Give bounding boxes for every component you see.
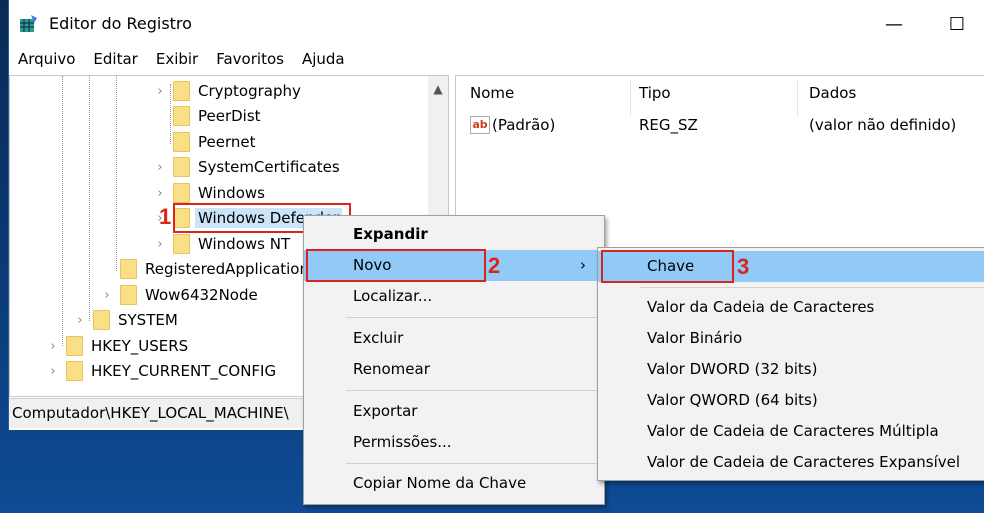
tree-node[interactable]: › SystemCertificates [153, 155, 340, 179]
chevron-right-icon[interactable]: › [153, 160, 167, 175]
tree-node[interactable]: PeerDist [153, 104, 261, 128]
tree-node[interactable]: › Cryptography [153, 79, 301, 103]
chevron-right-icon[interactable]: › [153, 237, 167, 252]
tree-node[interactable]: › Windows NT [153, 232, 290, 256]
tree-node[interactable]: › SYSTEM [73, 308, 178, 332]
menu-exibir[interactable]: Exibir [147, 46, 207, 74]
chevron-right-icon[interactable]: › [73, 313, 87, 328]
annotation-box-2 [306, 249, 486, 282]
annotation-1: 1 [159, 204, 172, 229]
minimize-button[interactable]: — [879, 10, 909, 38]
tree-node-label: SystemCertificates [198, 158, 340, 176]
folder-icon [66, 336, 83, 356]
maximize-button[interactable]: ☐ [942, 10, 972, 38]
folder-icon [173, 157, 190, 177]
submenu-item-multi-string[interactable]: Valor de Cadeia de Caracteres Múltipla [598, 416, 984, 447]
tree-node[interactable]: › HKEY_CURRENT_CONFIG [46, 359, 276, 383]
scroll-up-icon[interactable]: ▲ [428, 82, 448, 96]
folder-icon [66, 361, 83, 381]
chevron-right-icon[interactable]: › [46, 339, 60, 354]
column-header-tipo[interactable]: Tipo [639, 84, 671, 102]
folder-icon [173, 81, 190, 101]
folder-icon [173, 234, 190, 254]
tree-node-label: Cryptography [198, 82, 301, 100]
submenu-item-string[interactable]: Valor da Cadeia de Caracteres [598, 292, 984, 323]
folder-icon [173, 183, 190, 203]
tree-node[interactable]: › Wow6432Node [100, 283, 258, 307]
menu-item-renomear[interactable]: Renomear [304, 354, 604, 385]
chevron-right-icon: › [580, 256, 586, 274]
submenu-item-qword[interactable]: Valor QWORD (64 bits) [598, 385, 984, 416]
regedit-icon [20, 15, 37, 32]
annotation-box-3 [601, 250, 734, 283]
annotation-2: 2 [488, 253, 501, 278]
value-name[interactable]: (Padrão) [492, 116, 555, 134]
tree-node-label: SYSTEM [118, 311, 178, 329]
tree-node-label: Windows NT [198, 235, 291, 253]
folder-icon [120, 259, 137, 279]
column-header-nome[interactable]: Nome [470, 84, 514, 102]
submenu-item-expandable-string[interactable]: Valor de Cadeia de Caracteres Expansível [598, 447, 984, 478]
menu-item-expandir[interactable]: Expandir [304, 219, 604, 250]
tree-node-label: Wow6432Node [145, 286, 258, 304]
string-value-icon: ab [470, 116, 490, 134]
tree-node-label: HKEY_USERS [91, 337, 189, 355]
tree-node-label: HKEY_CURRENT_CONFIG [91, 362, 277, 380]
value-data: (valor não definido) [809, 116, 957, 134]
menu-item-localizar[interactable]: Localizar... [304, 281, 604, 312]
menu-item-excluir[interactable]: Excluir [304, 323, 604, 354]
menu-item-copiar-nome[interactable]: Copiar Nome da Chave [304, 468, 604, 499]
folder-icon [93, 310, 110, 330]
tree-node[interactable]: RegisteredApplications [100, 257, 317, 281]
tree-node-label: Peernet [198, 133, 256, 151]
chevron-right-icon[interactable]: › [153, 84, 167, 99]
chevron-right-icon[interactable]: › [46, 364, 60, 379]
menu-item-exportar[interactable]: Exportar [304, 396, 604, 427]
folder-icon [120, 285, 137, 305]
tree-node[interactable]: Peernet [153, 130, 256, 154]
folder-icon [173, 132, 190, 152]
menu-arquivo[interactable]: Arquivo [9, 46, 84, 74]
window-title: Editor do Registro [49, 14, 192, 33]
submenu-item-dword[interactable]: Valor DWORD (32 bits) [598, 354, 984, 385]
chevron-right-icon[interactable]: › [100, 288, 114, 303]
annotation-3: 3 [737, 254, 750, 279]
chevron-right-icon[interactable]: › [153, 186, 167, 201]
column-header-dados[interactable]: Dados [809, 84, 856, 102]
menu-favoritos[interactable]: Favoritos [207, 46, 293, 74]
tree-node[interactable]: › HKEY_USERS [46, 334, 188, 358]
submenu-item-binary[interactable]: Valor Binário [598, 323, 984, 354]
menu-bar: Arquivo Editar Exibir Favoritos Ajuda [9, 46, 984, 74]
value-type: REG_SZ [639, 116, 698, 134]
folder-icon [173, 106, 190, 126]
tree-node[interactable]: › Windows [153, 181, 265, 205]
menu-ajuda[interactable]: Ajuda [293, 46, 354, 74]
tree-node-label: RegisteredApplications [145, 260, 317, 278]
tree-node-label: PeerDist [198, 107, 261, 125]
tree-node-label: Windows [198, 184, 265, 202]
title-bar: Editor do Registro — ☐ [9, 0, 984, 46]
menu-editar[interactable]: Editar [84, 46, 146, 74]
menu-item-permissoes[interactable]: Permissões... [304, 427, 604, 458]
